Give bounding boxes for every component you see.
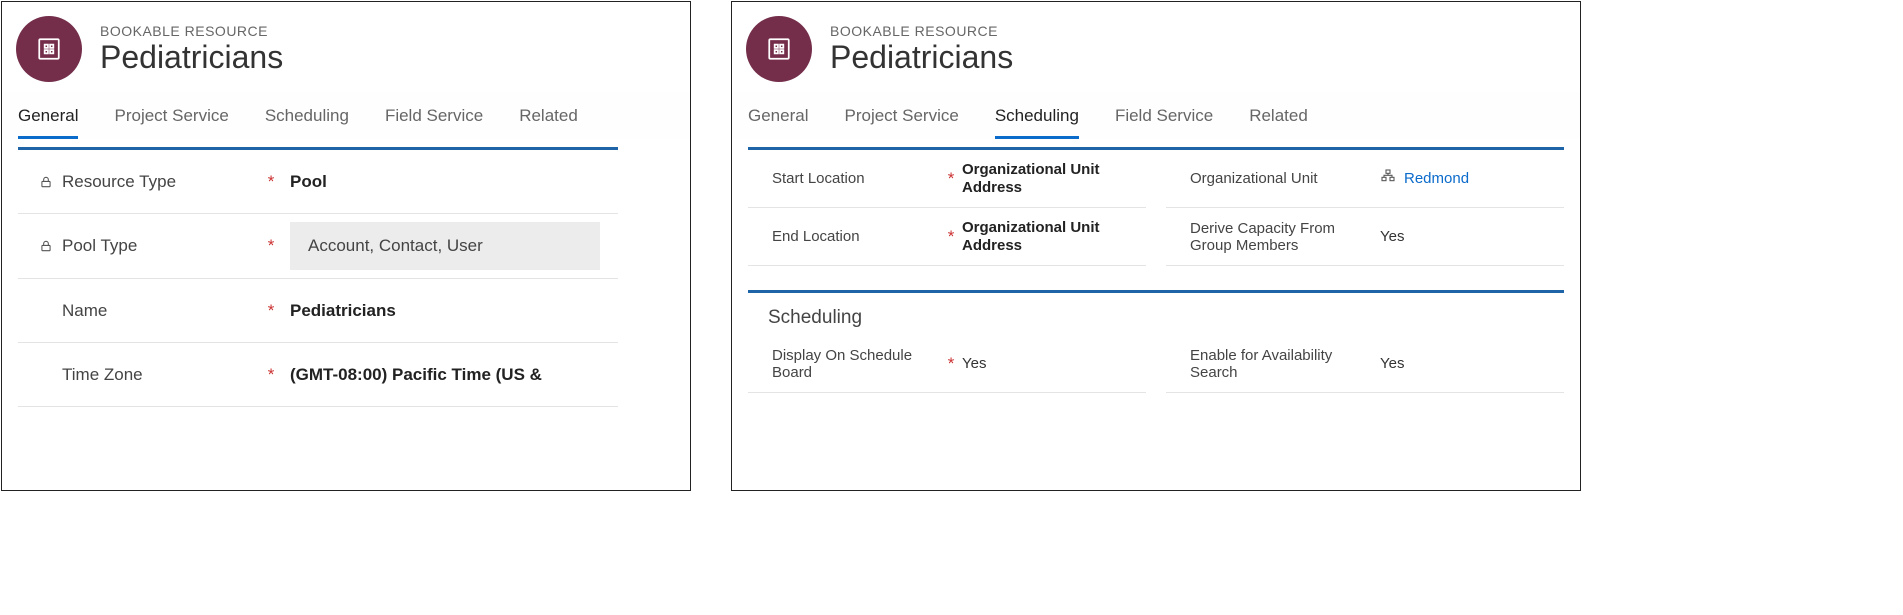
form-tabs: General Project Service Scheduling Field… <box>2 92 690 139</box>
required-indicator: * <box>264 236 278 256</box>
section-heading: Scheduling <box>748 293 1564 335</box>
field-end-location[interactable]: End Location * Organizational Unit Addre… <box>748 208 1146 266</box>
tab-related[interactable]: Related <box>519 106 578 139</box>
bookable-resource-card-scheduling: BOOKABLE RESOURCE Pediatricians General … <box>731 1 1581 491</box>
entity-icon <box>16 16 82 82</box>
field-resource-type[interactable]: Resource Type * Pool <box>18 150 618 214</box>
lookup-value: Redmond <box>1404 170 1469 187</box>
tab-general[interactable]: General <box>748 106 808 139</box>
field-name[interactable]: Name * Pediatricians <box>18 279 618 343</box>
org-unit-lookup[interactable]: Redmond <box>1380 168 1469 188</box>
field-value: Yes <box>1380 228 1404 245</box>
form-header: BOOKABLE RESOURCE Pediatricians <box>2 2 690 92</box>
required-indicator: * <box>944 169 958 189</box>
entity-type-label: BOOKABLE RESOURCE <box>830 23 1013 39</box>
general-section: Resource Type * Pool Pool Type * Account… <box>18 147 618 407</box>
field-value: Organizational Unit Address <box>962 161 1100 196</box>
field-label: Enable for Availability Search <box>1190 347 1362 381</box>
bookable-resource-card-general: BOOKABLE RESOURCE Pediatricians General … <box>1 1 691 491</box>
field-derive-capacity[interactable]: Derive Capacity From Group Members * Yes <box>1166 208 1564 266</box>
org-unit-icon <box>1380 168 1396 188</box>
tab-scheduling[interactable]: Scheduling <box>995 106 1079 139</box>
lock-icon <box>38 238 54 254</box>
field-label: Derive Capacity From Group Members <box>1190 220 1362 254</box>
field-value: (GMT-08:00) Pacific Time (US & <box>290 365 542 384</box>
required-indicator: * <box>264 301 278 321</box>
field-value: Yes <box>1380 355 1404 372</box>
field-value: Yes <box>962 355 986 372</box>
field-time-zone[interactable]: Time Zone * (GMT-08:00) Pacific Time (US… <box>18 343 618 407</box>
field-value: Organizational Unit Address <box>962 219 1100 254</box>
field-display-on-schedule-board[interactable]: Display On Schedule Board * Yes <box>748 335 1146 393</box>
tab-project-service[interactable]: Project Service <box>844 106 958 139</box>
entity-type-label: BOOKABLE RESOURCE <box>100 23 283 39</box>
record-title: Pediatricians <box>100 39 283 76</box>
field-label: Pool Type <box>62 236 137 256</box>
form-header: BOOKABLE RESOURCE Pediatricians <box>732 2 1580 92</box>
required-indicator: * <box>264 365 278 385</box>
record-title: Pediatricians <box>830 39 1013 76</box>
field-label: Display On Schedule Board <box>772 347 944 381</box>
field-label: Start Location <box>772 170 865 187</box>
field-label: Organizational Unit <box>1190 170 1318 187</box>
form-tabs: General Project Service Scheduling Field… <box>732 92 1580 139</box>
tab-project-service[interactable]: Project Service <box>114 106 228 139</box>
field-pool-type[interactable]: Pool Type * Account, Contact, User <box>18 214 618 279</box>
field-label: End Location <box>772 228 860 245</box>
field-label: Time Zone <box>62 365 143 385</box>
scheduling-section-bottom: Scheduling Display On Schedule Board * Y… <box>748 290 1564 393</box>
tab-related[interactable]: Related <box>1249 106 1308 139</box>
entity-icon <box>746 16 812 82</box>
tab-field-service[interactable]: Field Service <box>1115 106 1213 139</box>
lock-icon <box>38 174 54 190</box>
field-label: Name <box>62 301 107 321</box>
required-indicator: * <box>944 354 958 374</box>
pool-type-input[interactable]: Account, Contact, User <box>290 222 600 270</box>
field-enable-availability-search[interactable]: Enable for Availability Search * Yes <box>1166 335 1564 393</box>
field-value: Pediatricians <box>290 301 396 320</box>
tab-general[interactable]: General <box>18 106 78 139</box>
required-indicator: * <box>264 172 278 192</box>
tab-field-service[interactable]: Field Service <box>385 106 483 139</box>
required-indicator: * <box>944 227 958 247</box>
field-value: Pool <box>290 172 327 191</box>
field-organizational-unit[interactable]: Organizational Unit * Redmond <box>1166 150 1564 208</box>
scheduling-section-top: Start Location * Organizational Unit Add… <box>748 147 1564 266</box>
tab-scheduling[interactable]: Scheduling <box>265 106 349 139</box>
field-start-location[interactable]: Start Location * Organizational Unit Add… <box>748 150 1146 208</box>
field-label: Resource Type <box>62 172 176 192</box>
